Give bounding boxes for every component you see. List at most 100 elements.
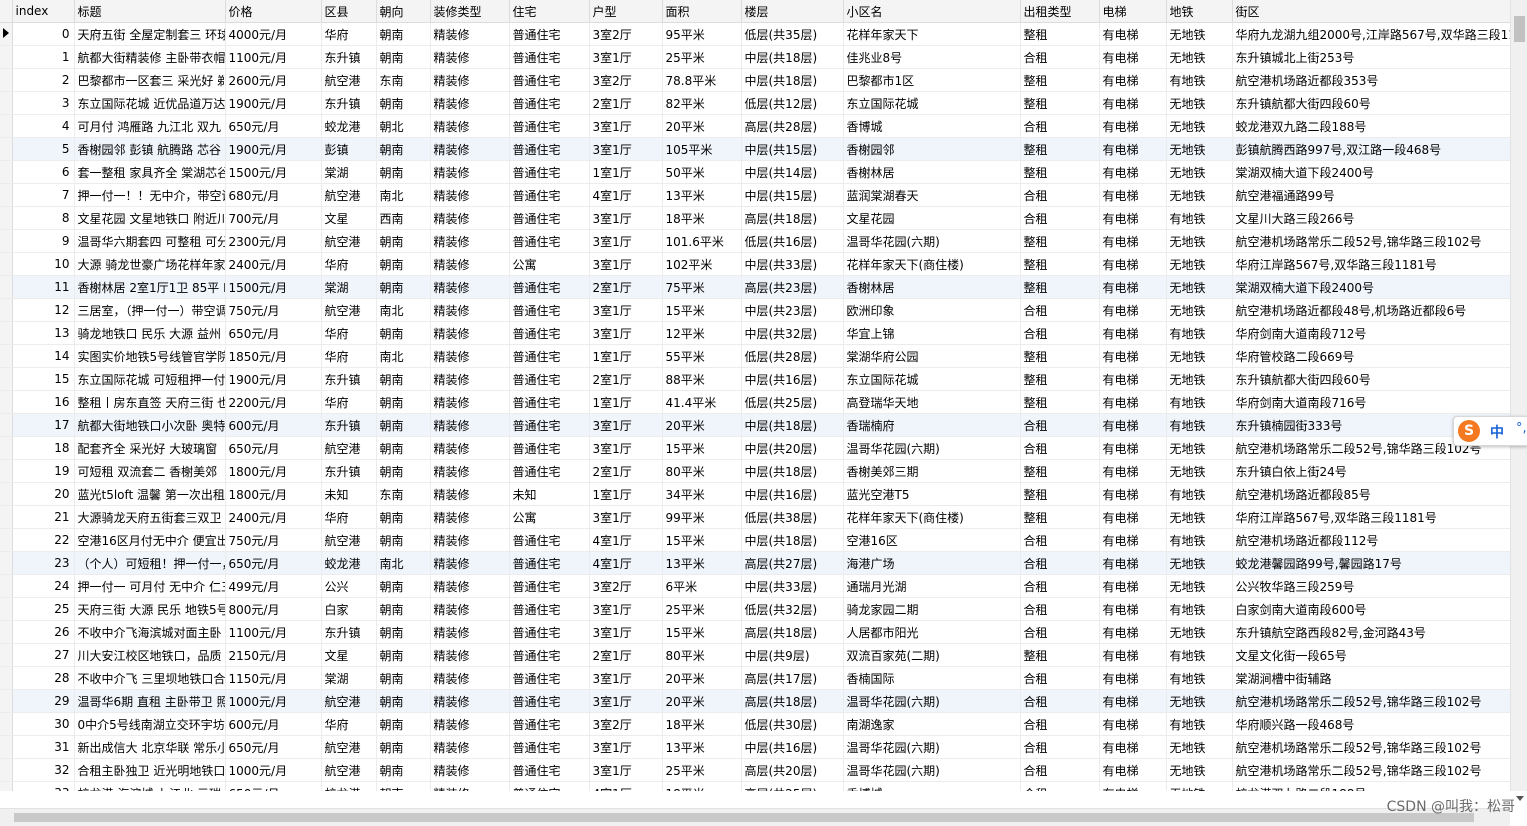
cell-orientation[interactable]: 南北 <box>376 298 431 322</box>
cell-decoration[interactable]: 精装修 <box>430 321 510 345</box>
cell-index[interactable]: 21 <box>12 505 75 529</box>
cell-price[interactable]: 650元/月 <box>225 781 322 791</box>
cell-housing[interactable]: 普通住宅 <box>509 413 590 437</box>
cell-street[interactable]: 东升镇航都大街四段60号 <box>1232 91 1510 115</box>
row-marker[interactable] <box>0 528 13 552</box>
cell-area[interactable]: 18平米 <box>662 206 742 230</box>
cell-community[interactable]: 花样年家天下 <box>843 22 1021 46</box>
cell-title[interactable]: 不收中介飞 三里坝地铁口合 <box>74 666 226 690</box>
cell-street[interactable]: 棠湖双楠大道下段2400号 <box>1232 275 1510 299</box>
cell-district[interactable]: 华府 <box>321 22 377 46</box>
row-marker[interactable] <box>0 298 13 322</box>
table-row[interactable]: 16 整租丨房东直签 天府三街 也 2200元/月 华府 朝南 精装修 普通住宅 1室1厅 41… <box>0 390 1510 414</box>
cell-price[interactable]: 1150元/月 <box>225 666 322 690</box>
cell-title[interactable]: 香榭林居 2室1厅1卫 85平 E <box>74 275 226 299</box>
cell-rent-type[interactable]: 合租 <box>1020 436 1100 460</box>
cell-area[interactable]: 15平米 <box>662 436 742 460</box>
cell-layout[interactable]: 3室1厅 <box>589 620 663 644</box>
cell-rent-type[interactable]: 整租 <box>1020 252 1100 276</box>
cell-price[interactable]: 750元/月 <box>225 528 322 552</box>
table-row[interactable]: 24 押一付一 可月付 无中介 仁三 499元/月 公兴 朝南 精装修 普通住宅 3室2厅 6平… <box>0 574 1510 598</box>
cell-subway[interactable]: 无地铁 <box>1166 367 1233 391</box>
cell-rent-type[interactable]: 合租 <box>1020 206 1100 230</box>
cell-housing[interactable]: 普通住宅 <box>509 298 590 322</box>
cell-community[interactable]: 巴黎都市1区 <box>843 68 1021 92</box>
cell-community[interactable]: 温哥华花园(六期) <box>843 758 1021 782</box>
cell-subway[interactable]: 无地铁 <box>1166 275 1233 299</box>
table-row[interactable]: 22 空港16区月付无中介 便宜出 750元/月 航空港 朝南 精装修 普通住宅 4室1厅 15… <box>0 528 1510 552</box>
cell-decoration[interactable]: 精装修 <box>430 137 510 161</box>
cell-rent-type[interactable]: 合租 <box>1020 321 1100 345</box>
cell-elevator[interactable]: 有电梯 <box>1099 666 1167 690</box>
row-marker[interactable] <box>0 229 13 253</box>
cell-price[interactable]: 600元/月 <box>225 712 322 736</box>
cell-subway[interactable]: 有地铁 <box>1166 413 1233 437</box>
cell-title[interactable]: 东立国际花城 近优品道万达 <box>74 91 226 115</box>
cell-layout[interactable]: 3室1厅 <box>589 413 663 437</box>
cell-subway[interactable]: 无地铁 <box>1166 689 1233 713</box>
cell-index[interactable]: 18 <box>12 436 75 460</box>
column-header-community[interactable]: 小区名 <box>843 0 1021 23</box>
cell-district[interactable]: 棠湖 <box>321 160 377 184</box>
row-marker[interactable] <box>0 137 13 161</box>
data-grid[interactable]: index 标题 价格 区县 朝向 装修类型 住宅 户型 面积 楼层 小区名 出… <box>0 0 1510 791</box>
cell-street[interactable]: 航空港机场路近都段353号 <box>1232 68 1510 92</box>
column-header-index[interactable]: index <box>12 0 75 23</box>
cell-layout[interactable]: 2室1厅 <box>589 367 663 391</box>
cell-district[interactable]: 蛟龙港 <box>321 781 377 791</box>
cell-layout[interactable]: 2室1厅 <box>589 91 663 115</box>
cell-title[interactable]: 押一付一！！无中介，带空调 <box>74 183 226 207</box>
cell-rent-type[interactable]: 合租 <box>1020 666 1100 690</box>
cell-rent-type[interactable]: 整租 <box>1020 367 1100 391</box>
cell-floor[interactable]: 高层(共18层) <box>741 206 844 230</box>
cell-housing[interactable]: 普通住宅 <box>509 436 590 460</box>
cell-decoration[interactable]: 精装修 <box>430 390 510 414</box>
cell-district[interactable]: 棠湖 <box>321 275 377 299</box>
cell-district[interactable]: 白家 <box>321 597 377 621</box>
cell-title[interactable]: 巴黎都市一区套三 采光好 剃 <box>74 68 226 92</box>
table-row[interactable]: 33蛟龙港 海滨城 九江北 元瑞650元/月蛟龙港朝南精装修普通住宅4室1厅18… <box>0 781 1510 791</box>
scroll-down-arrow-icon[interactable] <box>1516 796 1524 801</box>
cell-decoration[interactable]: 精装修 <box>430 298 510 322</box>
cell-subway[interactable]: 无地铁 <box>1166 735 1233 759</box>
row-marker[interactable] <box>0 114 13 138</box>
cell-subway[interactable]: 有地铁 <box>1166 68 1233 92</box>
ime-punctuation-toggle[interactable]: °, <box>1516 421 1527 436</box>
row-marker[interactable] <box>0 160 13 184</box>
cell-layout[interactable]: 1室1厅 <box>589 160 663 184</box>
cell-area[interactable]: 20平米 <box>662 114 742 138</box>
cell-district[interactable]: 航空港 <box>321 735 377 759</box>
cell-index[interactable]: 25 <box>12 597 75 621</box>
cell-elevator[interactable]: 有电梯 <box>1099 160 1167 184</box>
cell-area[interactable]: 82平米 <box>662 91 742 115</box>
cell-area[interactable]: 55平米 <box>662 344 742 368</box>
cell-street[interactable]: 航空港机场路常乐二段52号,锦华路三段102号 <box>1232 229 1510 253</box>
cell-index[interactable]: 23 <box>12 551 75 575</box>
cell-floor[interactable]: 中层(共14层) <box>741 160 844 184</box>
cell-title[interactable]: 0中介5号线南湖立交环宇坊 <box>74 712 226 736</box>
row-marker[interactable] <box>0 436 13 460</box>
cell-price[interactable]: 600元/月 <box>225 413 322 437</box>
cell-index[interactable]: 29 <box>12 689 75 713</box>
horizontal-scroll-thumb[interactable] <box>14 813 1474 822</box>
cell-area[interactable]: 102平米 <box>662 252 742 276</box>
cell-subway[interactable]: 有地铁 <box>1166 666 1233 690</box>
cell-layout[interactable]: 3室1厅 <box>589 436 663 460</box>
table-row[interactable]: 15 东立国际花城 可短租押一付 1900元/月 东升镇 朝南 精装修 普通住宅 2室1厅 88… <box>0 367 1510 391</box>
cell-area[interactable]: 20平米 <box>662 689 742 713</box>
cell-district[interactable]: 东升镇 <box>321 413 377 437</box>
cell-rent-type[interactable]: 合租 <box>1020 689 1100 713</box>
ime-toolbar[interactable]: S 中 °, <box>1453 416 1527 446</box>
cell-elevator[interactable]: 有电梯 <box>1099 183 1167 207</box>
cell-district[interactable]: 文星 <box>321 643 377 667</box>
cell-subway[interactable]: 无地铁 <box>1166 758 1233 782</box>
column-header-layout[interactable]: 户型 <box>589 0 663 23</box>
cell-elevator[interactable]: 有电梯 <box>1099 574 1167 598</box>
cell-district[interactable]: 航空港 <box>321 436 377 460</box>
cell-area[interactable]: 13平米 <box>662 735 742 759</box>
cell-decoration[interactable]: 精装修 <box>430 574 510 598</box>
cell-orientation[interactable]: 朝北 <box>376 114 431 138</box>
cell-rent-type[interactable]: 合租 <box>1020 45 1100 69</box>
cell-elevator[interactable]: 有电梯 <box>1099 689 1167 713</box>
cell-subway[interactable]: 无地铁 <box>1166 574 1233 598</box>
